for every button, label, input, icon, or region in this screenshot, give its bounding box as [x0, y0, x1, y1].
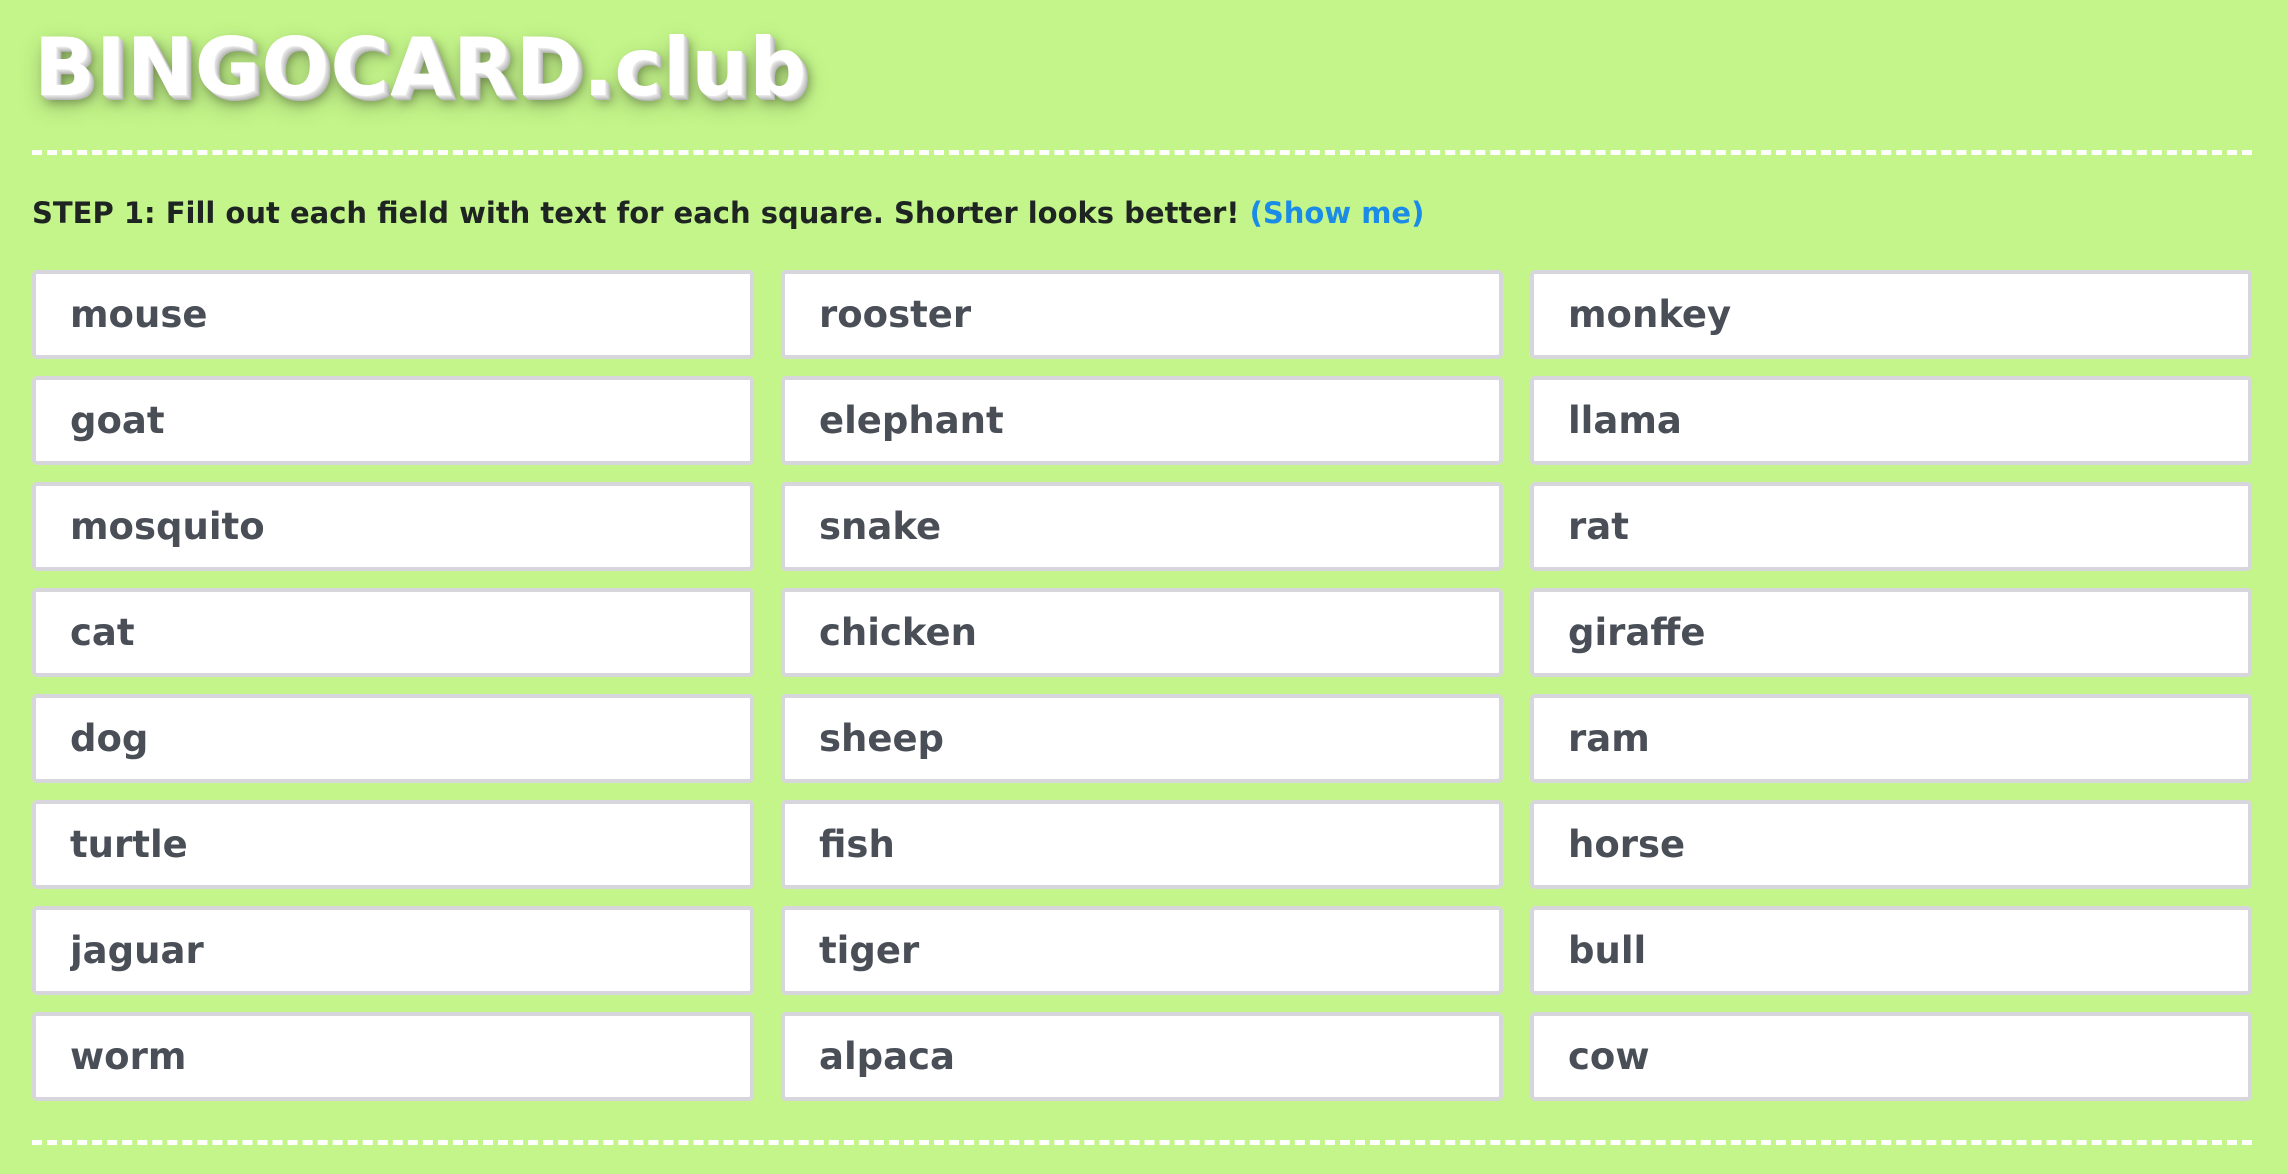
square-field[interactable]: [1530, 482, 2252, 571]
step-label: STEP 1:: [32, 196, 156, 230]
square-field[interactable]: [1530, 906, 2252, 995]
square-field[interactable]: [32, 906, 754, 995]
square-field[interactable]: [1530, 1012, 2252, 1101]
square-field[interactable]: [1530, 694, 2252, 783]
square-field[interactable]: [32, 694, 754, 783]
square-field[interactable]: [32, 482, 754, 571]
square-field[interactable]: [32, 800, 754, 889]
square-field[interactable]: [781, 376, 1503, 465]
show-me-link[interactable]: (Show me): [1250, 196, 1425, 230]
square-field[interactable]: [781, 694, 1503, 783]
square-field[interactable]: [1530, 376, 2252, 465]
step-instruction-text: Fill out each field with text for each s…: [155, 196, 1250, 230]
square-field[interactable]: [781, 1012, 1503, 1101]
square-field[interactable]: [781, 906, 1503, 995]
square-field[interactable]: [781, 800, 1503, 889]
dashed-divider-bottom: [32, 1140, 2252, 1145]
square-field[interactable]: [781, 588, 1503, 677]
square-field[interactable]: [32, 588, 754, 677]
square-field[interactable]: [781, 482, 1503, 571]
dashed-divider-top: [32, 150, 2252, 155]
square-field[interactable]: [1530, 800, 2252, 889]
square-field[interactable]: [32, 1012, 754, 1101]
square-field[interactable]: [1530, 270, 2252, 359]
square-field[interactable]: [781, 270, 1503, 359]
square-fields-grid: [32, 270, 2252, 1101]
square-field[interactable]: [32, 376, 754, 465]
step-1-instruction: STEP 1: Fill out each field with text fo…: [32, 196, 1424, 230]
square-field[interactable]: [1530, 588, 2252, 677]
square-field[interactable]: [32, 270, 754, 359]
site-logo[interactable]: BINGOCARD.club: [34, 28, 807, 108]
